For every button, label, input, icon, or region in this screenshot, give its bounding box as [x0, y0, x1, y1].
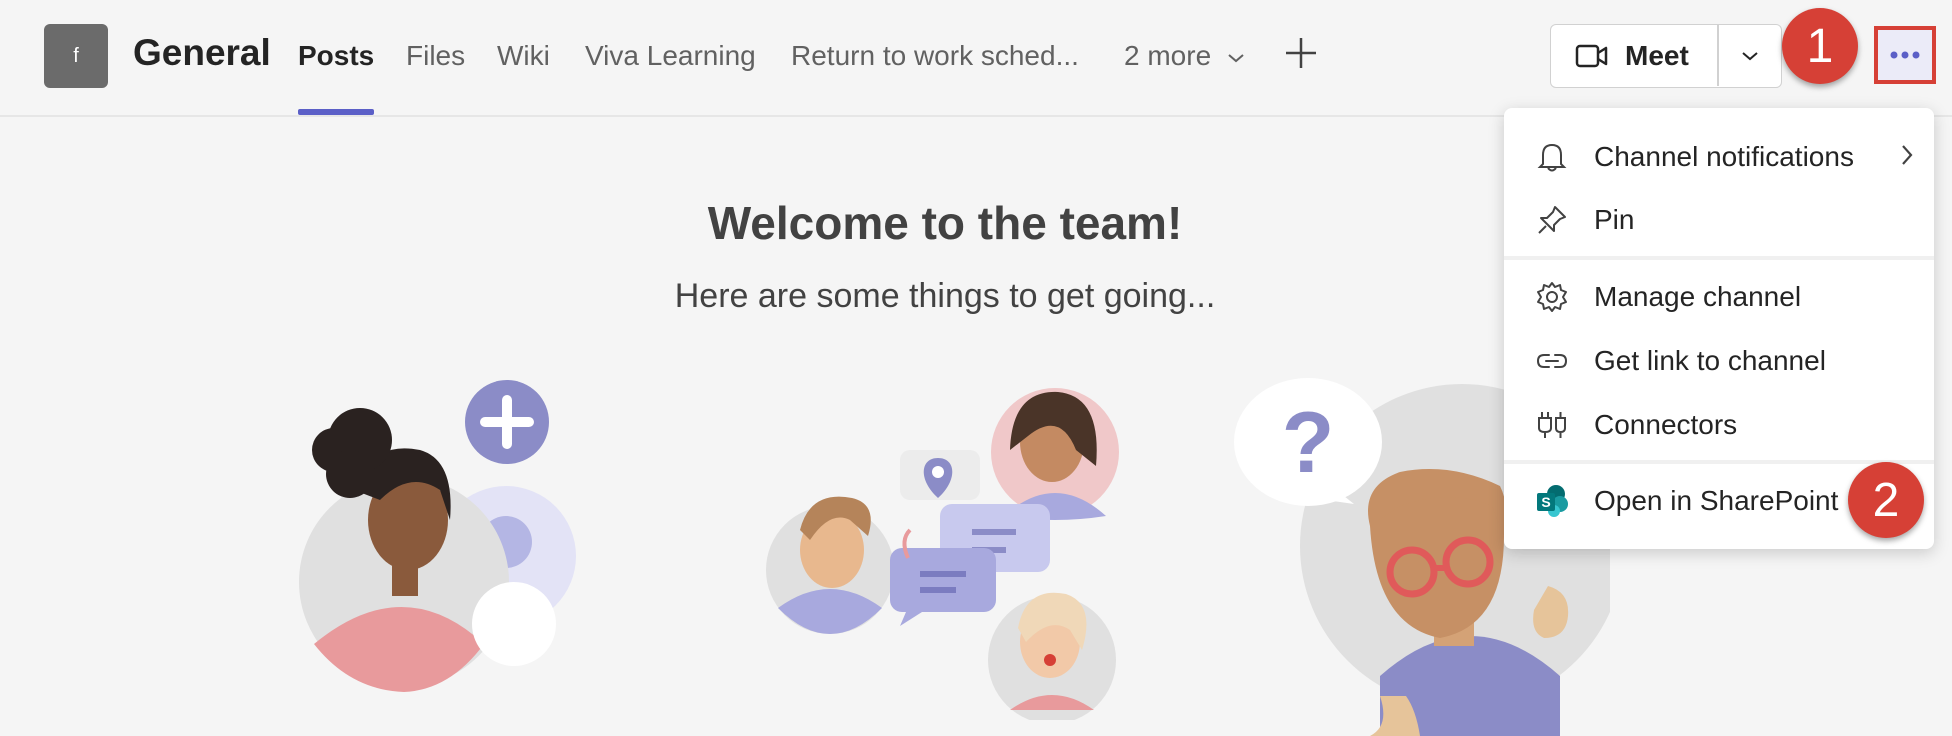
conversation-illustration	[766, 388, 1119, 720]
menu-divider	[1504, 256, 1934, 260]
chevron-right-icon	[1900, 143, 1914, 172]
annotation-badge-2: 2	[1848, 462, 1924, 538]
ellipsis-icon	[1890, 51, 1920, 59]
team-avatar[interactable]: f	[44, 24, 108, 88]
plus-icon[interactable]	[1284, 36, 1318, 70]
tab-wiki[interactable]: Wiki	[497, 40, 550, 72]
menu-item-channel-notifications[interactable]: Channel notifications	[1504, 126, 1934, 188]
channel-header: f General Posts Files Wiki Viva Learning…	[0, 0, 1952, 117]
svg-text:?: ?	[1282, 395, 1335, 491]
tab-viva-learning[interactable]: Viva Learning	[585, 40, 756, 72]
tab-files[interactable]: Files	[406, 40, 465, 72]
tab-more-label: 2 more	[1124, 40, 1212, 71]
menu-item-label: Pin	[1594, 204, 1635, 235]
menu-item-label: Get link to channel	[1594, 345, 1826, 376]
more-options-button[interactable]	[1874, 26, 1936, 84]
video-camera-icon	[1575, 44, 1608, 67]
tab-more[interactable]: 2 more	[1124, 40, 1245, 72]
annotation-badge-1: 1	[1782, 8, 1858, 84]
team-initial: f	[73, 44, 79, 67]
meet-dropdown-button[interactable]	[1719, 25, 1781, 86]
sharepoint-icon: S	[1534, 483, 1570, 519]
tab-return-to-work[interactable]: Return to work sched...	[791, 40, 1079, 72]
connector-plug-icon	[1534, 407, 1570, 443]
tab-posts[interactable]: Posts	[298, 40, 374, 72]
menu-divider	[1504, 460, 1934, 464]
meet-button[interactable]: Meet	[1551, 25, 1717, 86]
menu-item-manage-channel[interactable]: Manage channel	[1504, 266, 1934, 328]
menu-item-label: Channel notifications	[1594, 141, 1854, 172]
menu-item-label: Manage channel	[1594, 281, 1802, 312]
menu-item-label: Open in SharePoint	[1594, 485, 1839, 516]
active-tab-indicator	[298, 109, 374, 115]
chevron-down-icon	[1228, 53, 1244, 62]
menu-item-pin[interactable]: Pin	[1504, 189, 1934, 251]
meet-label: Meet	[1625, 39, 1689, 71]
chevron-down-icon	[1742, 51, 1758, 60]
pin-icon	[1534, 202, 1570, 238]
menu-item-connectors[interactable]: Connectors	[1504, 394, 1934, 456]
menu-item-label: Connectors	[1594, 409, 1738, 440]
link-icon	[1534, 343, 1570, 379]
gear-icon	[1534, 279, 1570, 315]
meet-button-group: Meet	[1550, 24, 1782, 88]
bell-icon	[1534, 139, 1570, 175]
svg-text:S: S	[1541, 494, 1550, 510]
channel-title: General	[133, 32, 271, 73]
add-member-illustration	[299, 380, 576, 692]
menu-item-get-link[interactable]: Get link to channel	[1504, 330, 1934, 392]
